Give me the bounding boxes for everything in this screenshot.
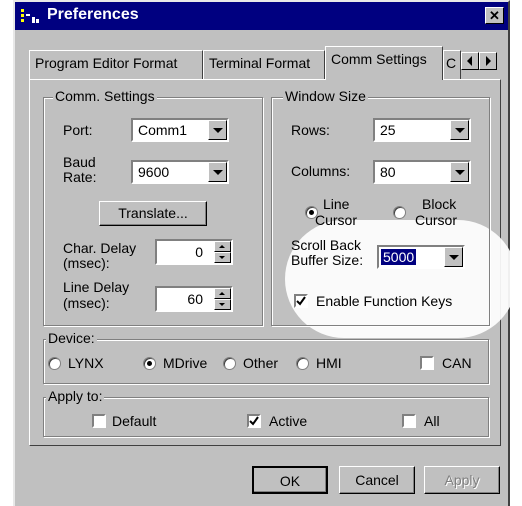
rows-label: Rows: bbox=[291, 122, 330, 138]
tab-terminal-format[interactable]: Terminal Format bbox=[203, 50, 325, 79]
char-delay-spinner[interactable]: 0 bbox=[155, 239, 233, 265]
tab-scroll-right-icon[interactable] bbox=[479, 52, 497, 70]
all-checkbox[interactable] bbox=[402, 414, 416, 428]
port-select[interactable]: Comm1 bbox=[131, 118, 229, 142]
default-checkbox[interactable] bbox=[92, 414, 106, 428]
app-icon bbox=[21, 9, 39, 23]
cancel-button[interactable]: Cancel bbox=[339, 466, 415, 494]
window-title: Preferences bbox=[47, 6, 139, 23]
line-delay-label-line1: Line Delay bbox=[63, 279, 130, 295]
title-bar[interactable]: Preferences ✕ bbox=[15, 2, 508, 30]
scroll-back-label-line2: Buffer Size: bbox=[291, 252, 364, 268]
can-label: CAN bbox=[442, 355, 472, 371]
columns-label: Columns: bbox=[291, 163, 351, 179]
device-radio-other[interactable] bbox=[223, 357, 236, 370]
char-delay-label-line2: (msec): bbox=[63, 255, 110, 271]
checkmark-icon bbox=[249, 416, 259, 426]
comm-settings-legend: Comm. Settings bbox=[53, 88, 157, 104]
apply-to-legend: Apply to: bbox=[46, 388, 105, 404]
scroll-back-label-line1: Scroll Back bbox=[291, 237, 362, 253]
preferences-dialog: Preferences ✕ Program Editor Format Term… bbox=[13, 0, 517, 506]
tab-label: C bbox=[446, 55, 457, 71]
line-delay-label-line2: (msec): bbox=[63, 295, 110, 311]
chevron-down-icon[interactable] bbox=[450, 120, 469, 140]
line-cursor-label-line2: Cursor bbox=[315, 212, 358, 228]
tab-label: Comm Settings bbox=[331, 51, 427, 67]
checkmark-icon bbox=[296, 296, 306, 306]
spin-up-icon[interactable] bbox=[214, 241, 231, 252]
device-legend: Device: bbox=[46, 330, 97, 346]
device-radio-hmi[interactable] bbox=[296, 357, 309, 370]
block-cursor-label-line2: Cursor bbox=[415, 212, 458, 228]
line-delay-value: 60 bbox=[187, 291, 203, 307]
block-cursor-radio[interactable] bbox=[393, 206, 406, 219]
active-label: Active bbox=[269, 413, 308, 429]
window-size-legend: Window Size bbox=[283, 88, 368, 104]
apply-to-group bbox=[43, 397, 489, 437]
rows-value: 25 bbox=[380, 122, 396, 138]
tab-program-editor-format[interactable]: Program Editor Format bbox=[29, 50, 203, 79]
device-label-hmi: HMI bbox=[316, 355, 342, 371]
scroll-back-buffer-select[interactable]: 5000 bbox=[377, 245, 465, 269]
tab-scroll-left-icon[interactable] bbox=[461, 52, 479, 70]
baud-label-line1: Baud bbox=[63, 154, 96, 170]
default-label: Default bbox=[112, 413, 157, 429]
translate-button[interactable]: Translate... bbox=[99, 201, 207, 226]
chevron-down-icon[interactable] bbox=[208, 162, 227, 182]
device-label-other: Other bbox=[243, 355, 279, 371]
all-label: All bbox=[424, 413, 440, 429]
columns-select[interactable]: 80 bbox=[373, 160, 471, 184]
ok-button[interactable]: OK bbox=[252, 466, 328, 494]
baud-label-line2: Rate: bbox=[63, 169, 97, 185]
rows-select[interactable]: 25 bbox=[373, 118, 471, 142]
close-icon[interactable]: ✕ bbox=[485, 7, 504, 24]
device-label-mdrive: MDrive bbox=[163, 355, 208, 371]
port-label: Port: bbox=[63, 122, 93, 138]
device-radio-mdrive[interactable] bbox=[143, 357, 156, 370]
char-delay-value: 0 bbox=[195, 244, 203, 260]
active-checkbox[interactable] bbox=[247, 414, 261, 428]
port-value: Comm1 bbox=[138, 122, 188, 138]
can-checkbox[interactable] bbox=[420, 356, 434, 370]
tab-label: Terminal Format bbox=[209, 55, 311, 71]
char-delay-label-line1: Char. Delay bbox=[63, 240, 137, 256]
scroll-back-value: 5000 bbox=[381, 249, 417, 265]
baud-rate-select[interactable]: 9600 bbox=[131, 160, 229, 184]
block-cursor-label-line1: Block bbox=[422, 196, 457, 212]
spin-down-icon[interactable] bbox=[214, 252, 231, 263]
line-delay-spinner[interactable]: 60 bbox=[155, 286, 233, 312]
tab-comm-settings[interactable]: Comm Settings bbox=[325, 46, 443, 80]
chevron-down-icon[interactable] bbox=[208, 120, 227, 140]
enable-function-keys-label: Enable Function Keys bbox=[316, 293, 453, 309]
tab-hidden-next[interactable]: C bbox=[443, 50, 461, 79]
columns-value: 80 bbox=[380, 164, 396, 180]
tab-label: Program Editor Format bbox=[35, 55, 178, 71]
spin-up-icon[interactable] bbox=[214, 288, 231, 299]
chevron-down-icon[interactable] bbox=[450, 162, 469, 182]
spin-down-icon[interactable] bbox=[214, 299, 231, 310]
device-radio-lynx[interactable] bbox=[48, 357, 61, 370]
baud-value: 9600 bbox=[138, 164, 170, 180]
apply-button[interactable]: Apply bbox=[424, 466, 500, 494]
line-cursor-label-line1: Line bbox=[323, 196, 350, 212]
device-label-lynx: LYNX bbox=[68, 355, 104, 371]
chevron-down-icon[interactable] bbox=[444, 247, 463, 267]
enable-function-keys-checkbox[interactable] bbox=[294, 294, 308, 308]
